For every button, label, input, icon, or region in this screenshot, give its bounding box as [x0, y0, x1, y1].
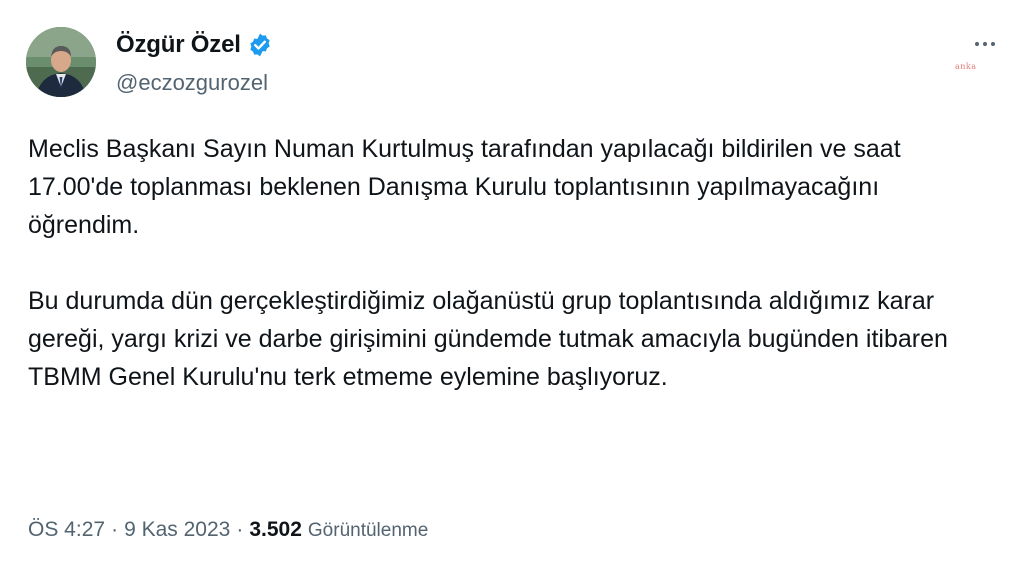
tweet-date[interactable]: 9 Kas 2023 — [124, 518, 230, 542]
author-handle[interactable]: @eczozgurozel — [116, 70, 268, 96]
tweet-paragraph-1: Meclis Başkanı Sayın Numan Kurtulmuş tar… — [28, 135, 901, 239]
tweet-text: Meclis Başkanı Sayın Numan Kurtulmuş tar… — [28, 130, 988, 396]
profile-photo — [26, 27, 96, 97]
views-count: 3.502 — [249, 518, 302, 541]
tweet-card: Özgür Özel @eczozgurozel anka Meclis Baş… — [0, 0, 1024, 576]
display-name[interactable]: Özgür Özel — [116, 31, 241, 59]
meta-separator: · — [236, 518, 244, 541]
tweet-meta: ÖS 4:27 · 9 Kas 2023 · 3.502 Görüntülenm… — [28, 518, 428, 542]
tweet-time[interactable]: ÖS 4:27 — [28, 518, 105, 542]
verified-badge-icon — [250, 33, 270, 57]
views-label: Görüntülenme — [307, 520, 429, 541]
meta-separator: · — [111, 518, 119, 541]
more-options-icon[interactable] — [968, 32, 1002, 56]
watermark-logo: anka — [955, 62, 977, 71]
tweet-paragraph-2: Bu durumda dün gerçekleştirdiğimiz olağa… — [28, 287, 948, 391]
avatar[interactable] — [26, 27, 96, 97]
author-name-row: Özgür Özel — [116, 30, 273, 60]
